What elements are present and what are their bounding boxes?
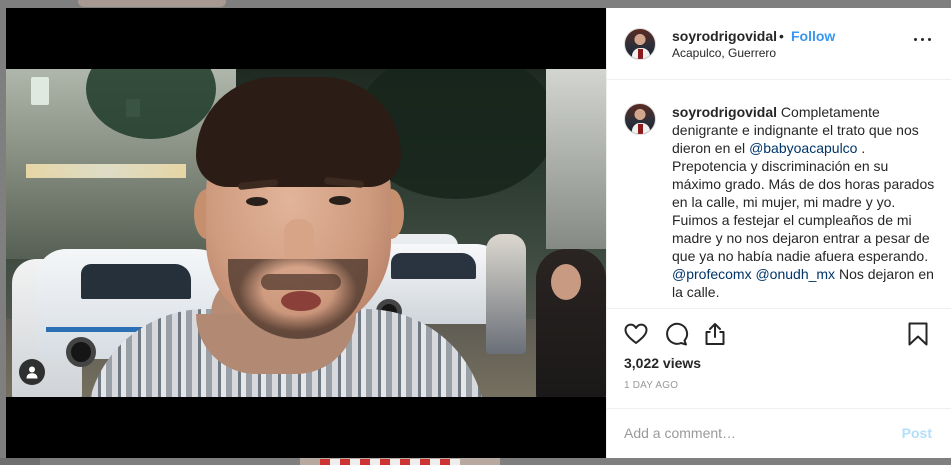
author-username[interactable]: soyrodrigovidal: [672, 28, 777, 44]
post-modal: soyrodrigovidal • Follow Acapulco, Guerr…: [6, 8, 951, 458]
separator-dot: •: [779, 28, 784, 44]
video-player[interactable]: [6, 69, 606, 397]
person-icon: [26, 366, 38, 379]
background-post-sliver-left: [0, 458, 40, 465]
post-date[interactable]: 1 DAY AGO: [624, 380, 678, 391]
post-location[interactable]: Acapulco, Guerrero: [672, 46, 776, 60]
mention-link[interactable]: @profecomx: [672, 266, 752, 282]
background-image-sliver: [320, 459, 460, 465]
caption-username[interactable]: soyrodrigovidal: [672, 104, 777, 120]
bookmark-icon[interactable]: [905, 321, 931, 347]
comment-box: Post: [607, 408, 951, 458]
post-actions: 3,022 views 1 DAY AGO: [607, 308, 951, 408]
caption-avatar[interactable]: [624, 103, 656, 135]
comment-icon[interactable]: [663, 321, 689, 347]
background-post-sliver-top: [78, 0, 226, 7]
post-caption: soyrodrigovidal Completamente denigrante…: [607, 80, 951, 309]
heart-icon[interactable]: [623, 321, 649, 347]
post-media[interactable]: [6, 8, 606, 458]
post-header: soyrodrigovidal • Follow Acapulco, Guerr…: [607, 8, 951, 80]
follow-button[interactable]: Follow: [791, 28, 835, 44]
post-side-panel: soyrodrigovidal • Follow Acapulco, Guerr…: [606, 8, 951, 458]
post-comment-button[interactable]: Post: [902, 425, 932, 441]
avatar[interactable]: [624, 28, 656, 60]
view-count[interactable]: 3,022 views: [624, 355, 701, 371]
tagged-user-icon[interactable]: [19, 359, 45, 385]
mention-link[interactable]: @onudh_mx: [755, 266, 835, 282]
comment-input[interactable]: [624, 423, 884, 443]
caption-text: soyrodrigovidal Completamente denigrante…: [672, 103, 937, 301]
share-icon[interactable]: [702, 321, 728, 347]
more-horizontal-icon[interactable]: [914, 34, 932, 44]
mention-link[interactable]: @babyoacapulco: [749, 140, 857, 156]
caption-text-part: . Prepotencia y discriminación en su máx…: [672, 140, 935, 264]
